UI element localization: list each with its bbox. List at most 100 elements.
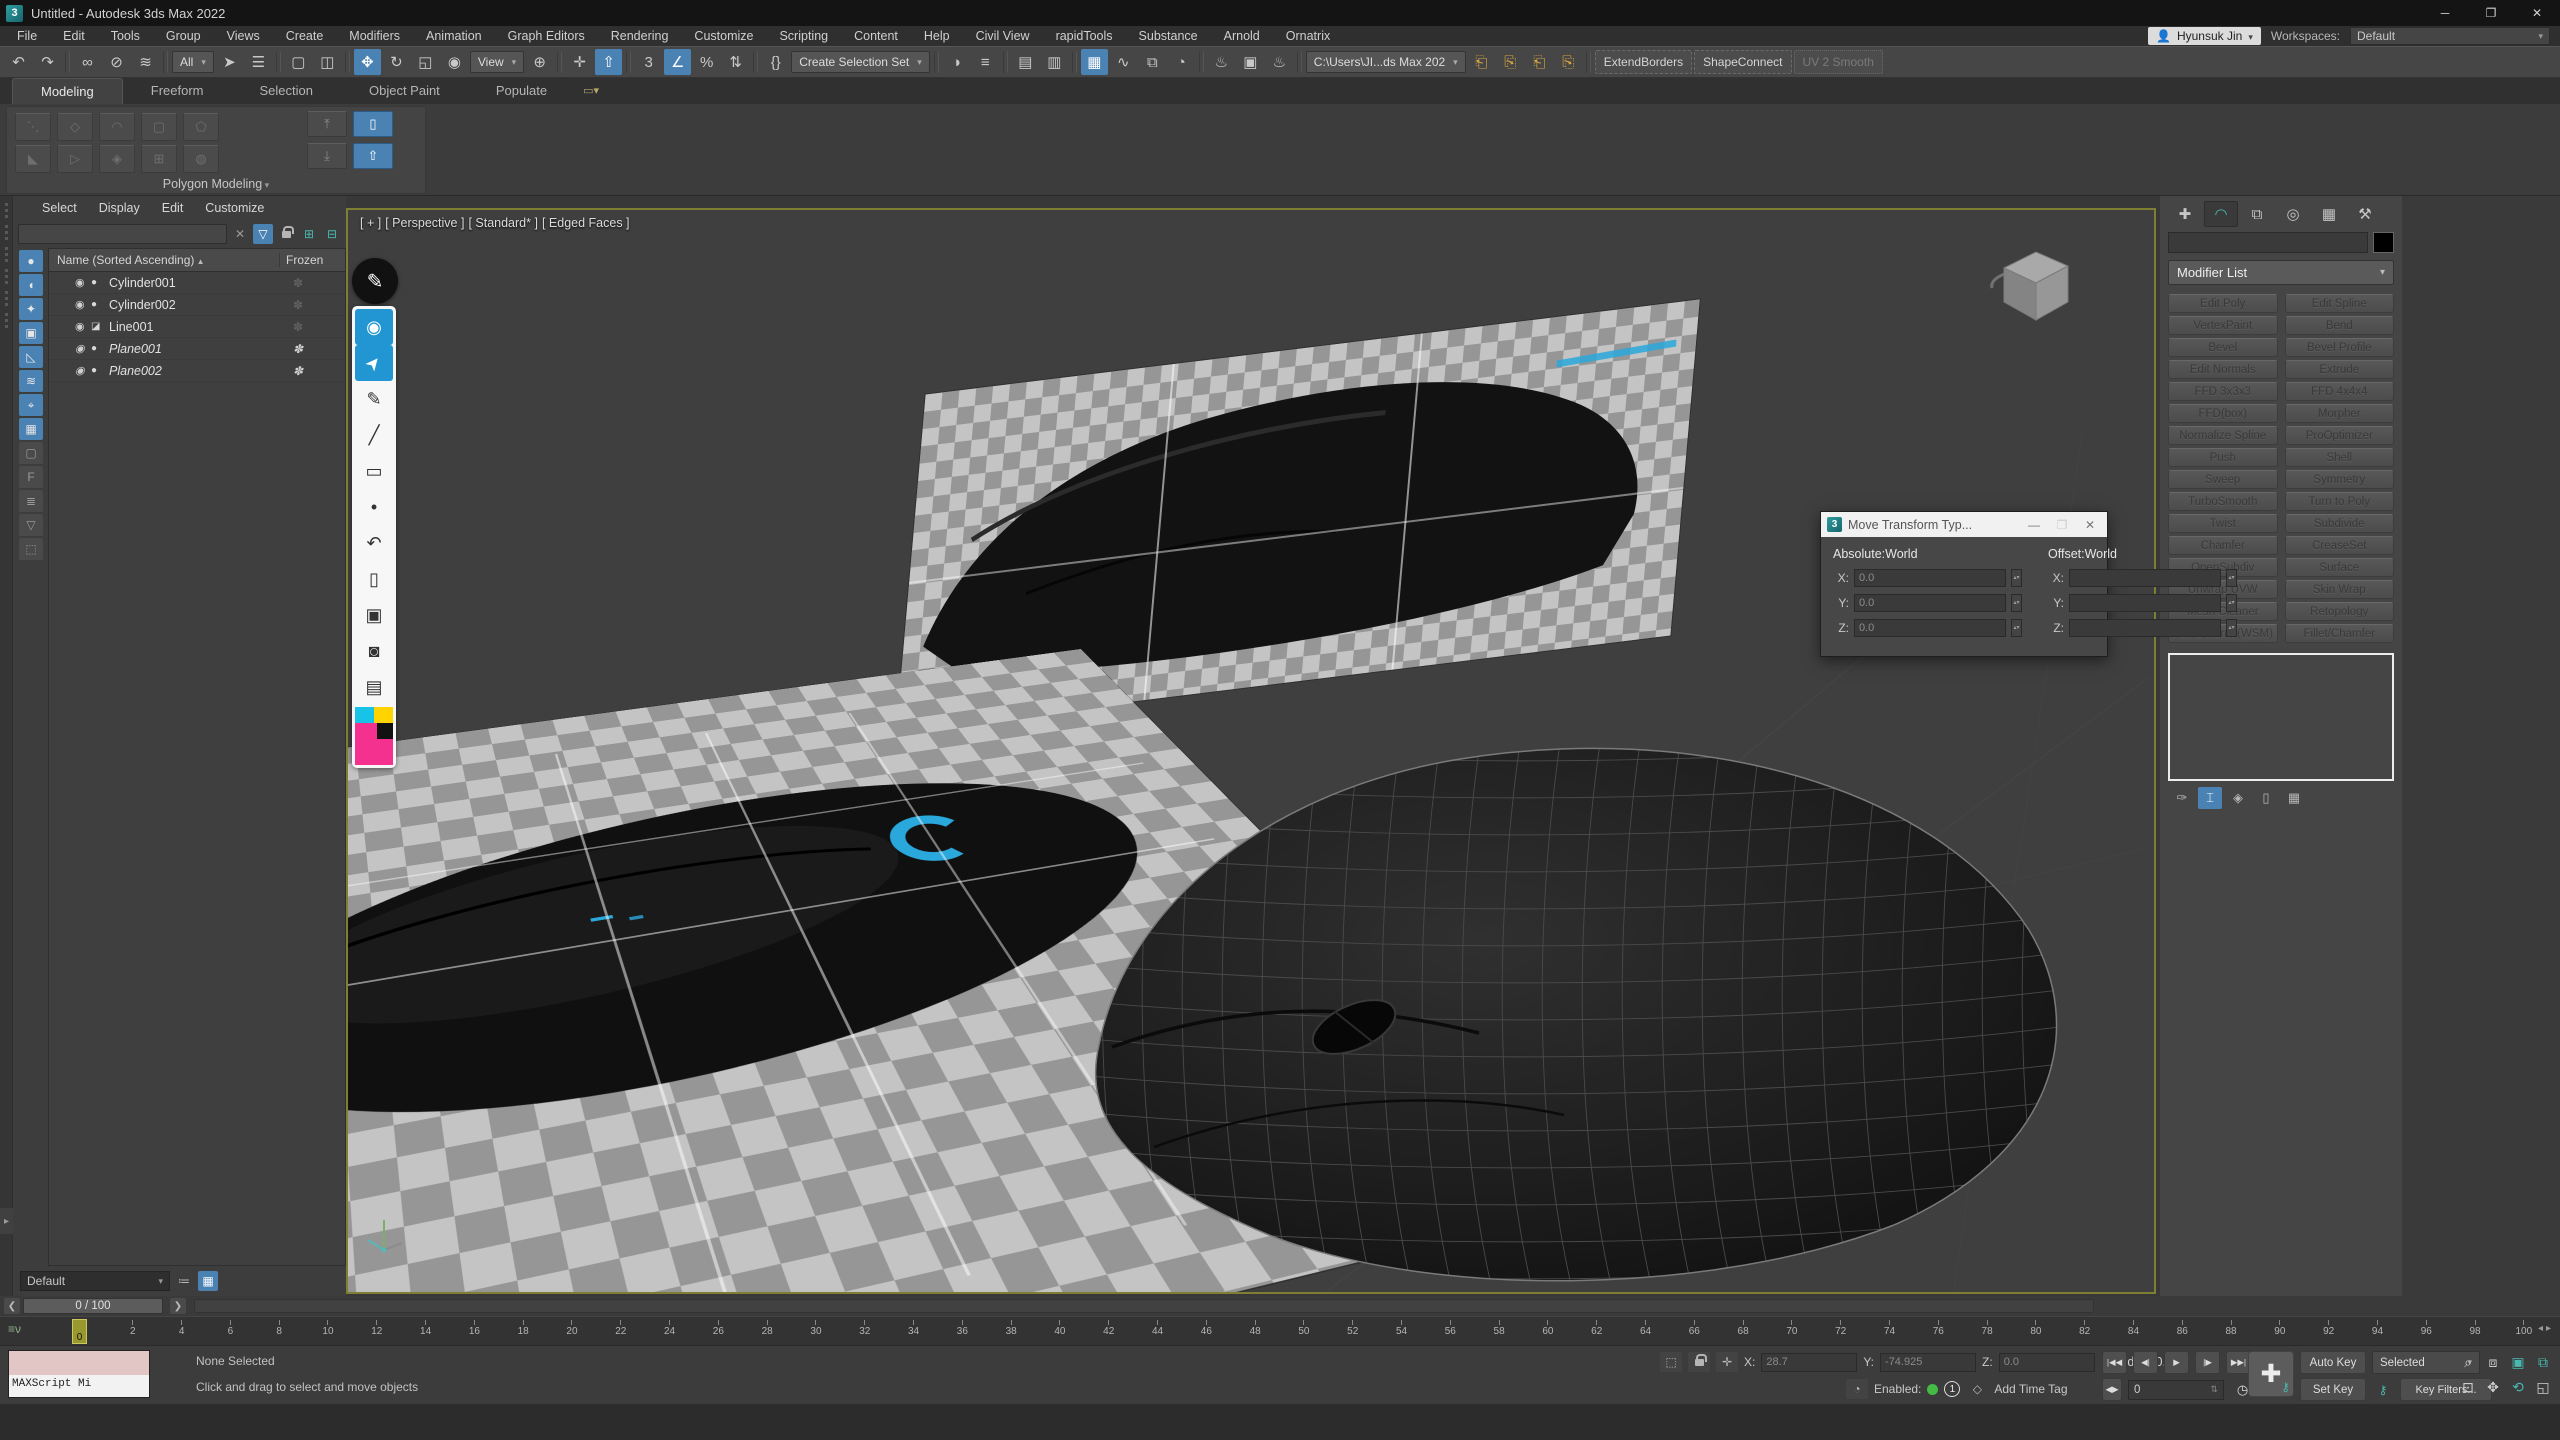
ribbon-tab[interactable]: Modeling [12, 78, 123, 104]
modifier-button[interactable]: Fillet/Chamfer [2285, 624, 2395, 643]
dialog-close-button[interactable]: ✕ [2079, 518, 2101, 532]
extend-borders-button[interactable]: ExtendBorders [1595, 50, 1692, 74]
menu-item[interactable]: File [4, 26, 50, 46]
edit-named-selection-sets-button[interactable]: {} [762, 49, 789, 75]
modifier-button[interactable]: Extrude [2285, 360, 2395, 379]
menu-item[interactable]: Civil View [963, 26, 1043, 46]
object-list-item[interactable]: ◉ ● Plane001 ✽ [49, 338, 345, 360]
explorer-menu-item[interactable]: Select [32, 201, 87, 215]
collapse-button[interactable]: ◍ [183, 145, 219, 173]
toolbar-button[interactable] [1297, 51, 1302, 73]
offset-y-spinner[interactable]: ▴▾ [2226, 594, 2237, 612]
pin-stack-button[interactable]: ✑ [2170, 787, 2194, 809]
window-crossing-button[interactable]: ◫ [314, 49, 341, 75]
modifier-button[interactable]: Push [2168, 448, 2278, 467]
use-pivot-point-center-button[interactable]: ⊕ [526, 49, 553, 75]
welcome-screen-icon[interactable]: ◔ [1846, 1379, 1868, 1399]
create-tab[interactable]: ✚ [2168, 201, 2202, 227]
display-helpers-filter[interactable]: ◺ [19, 346, 43, 368]
menu-item[interactable]: Arnold [1211, 26, 1273, 46]
coordinate-display-icon[interactable]: ✛ [1716, 1352, 1738, 1372]
close-button[interactable]: ✕ [2514, 0, 2560, 26]
x-coordinate-field[interactable]: 28.7 [1761, 1353, 1857, 1372]
percent-snap-toggle-button[interactable]: % [693, 49, 720, 75]
dialog-title-bar[interactable]: 3 Move Transform Typ... — ❐ ✕ [1821, 512, 2107, 537]
macro-recorder-pane[interactable] [9, 1351, 149, 1375]
previous-modifier-button[interactable]: ⤒ [307, 111, 347, 137]
user-account-menu[interactable]: 👤 Hyunsuk Jin [2148, 27, 2261, 45]
next-frame-button[interactable]: |▶ [2195, 1351, 2220, 1374]
display-containers-filter[interactable]: ▦ [19, 418, 43, 440]
whiteboard-tool-button[interactable]: ▣ [355, 597, 393, 633]
menu-item[interactable]: Create [273, 26, 337, 46]
viewport-label-segment[interactable]: + [360, 216, 381, 230]
go-to-start-button[interactable]: |◀◀ [2102, 1351, 2127, 1374]
line-tool-button[interactable]: ╱ [355, 417, 393, 453]
selection-filter-icon[interactable]: ▽ [253, 224, 273, 244]
viewport-label-segment[interactable]: Perspective [385, 216, 464, 230]
menu-item[interactable]: Help [911, 26, 963, 46]
previous-frame-arrow[interactable]: ❮ [4, 1298, 20, 1314]
modifier-button[interactable]: Normalize Spline [2168, 426, 2278, 445]
ribbon-tab[interactable]: Selection [232, 78, 341, 104]
undo-button[interactable]: ↶ [5, 49, 32, 75]
vertex-mode-button[interactable]: ⋱ [15, 113, 51, 141]
explorer-list-mode-icon[interactable]: ≔ [174, 1271, 194, 1291]
modifier-button[interactable]: Twist [2168, 514, 2278, 533]
modifier-button[interactable]: CreaseSet [2285, 536, 2395, 555]
object-list-item[interactable]: ◉ ● Plane002 ✽ [49, 360, 345, 382]
clipboard-tool-button[interactable]: ▤ [355, 669, 393, 705]
display-filter-11[interactable]: ≣ [19, 490, 43, 512]
track-bar[interactable]: ≡ν 0 02468101214161820222426283032343638… [0, 1316, 2560, 1346]
modifier-button[interactable]: Morpher [2285, 404, 2395, 423]
modifier-button[interactable]: TurboSmooth [2168, 492, 2278, 511]
show-end-result-button[interactable]: ⌶ [2198, 787, 2222, 809]
shape-connect-button[interactable]: ShapeConnect [1694, 50, 1791, 74]
explorer-menu-item[interactable]: Edit [152, 201, 194, 215]
current-frame-field[interactable]: 0 [2128, 1380, 2224, 1400]
modifier-button[interactable]: Surface [2285, 558, 2395, 577]
hierarchy-tab[interactable]: ⧉ [2240, 201, 2274, 227]
use-soft-selection-toggle[interactable]: ⇧ [353, 143, 393, 169]
uv2smooth-button[interactable]: UV 2 Smooth [1794, 50, 1883, 74]
set-keys-button[interactable]: ✚⚷ [2248, 1351, 2294, 1397]
eye-tool-button[interactable]: ◉ [355, 309, 393, 345]
dock-expand-button[interactable]: ▸ [0, 1208, 13, 1234]
polygon-modeling-label[interactable]: Polygon Modeling [7, 177, 425, 191]
toolbar-button[interactable] [276, 51, 281, 73]
modifier-button[interactable]: ProOptimizer [2285, 426, 2395, 445]
container-button-2[interactable]: ⎘ [1497, 49, 1524, 75]
named-selection-sets-dropdown[interactable]: Create Selection Set [791, 51, 930, 73]
display-tab[interactable]: ▦ [2312, 201, 2346, 227]
toggle-layer-explorer-button[interactable]: ▥ [1041, 49, 1068, 75]
current-frame-marker[interactable]: 0 [72, 1319, 87, 1344]
redo-button[interactable]: ↷ [34, 49, 61, 75]
x-spinner[interactable]: ▴▾ [2011, 569, 2022, 587]
toolbar-button[interactable] [1199, 51, 1204, 73]
modifier-button[interactable]: Sweep [2168, 470, 2278, 489]
select-and-link-button[interactable]: ∞ [74, 49, 101, 75]
material-editor-button[interactable]: ◔ [1168, 49, 1195, 75]
next-modifier-button[interactable]: ⤓ [307, 143, 347, 169]
toolbar-button[interactable] [345, 51, 350, 73]
offset-y-field[interactable] [2069, 594, 2221, 612]
display-filter-12[interactable]: ▽ [19, 514, 43, 536]
modifier-button[interactable]: Edit Normals [2168, 360, 2278, 379]
select-and-manipulate-button[interactable]: ✛ [566, 49, 593, 75]
rendered-frame-window-button[interactable]: ▣ [1237, 49, 1264, 75]
menu-item[interactable]: Substance [1126, 26, 1211, 46]
menu-item[interactable]: Scripting [766, 26, 841, 46]
isolate-selection-icon[interactable]: ⬚ [1660, 1352, 1682, 1372]
display-lights-filter[interactable]: ✦ [19, 298, 43, 320]
toolbar-button[interactable] [1003, 51, 1008, 73]
toolbar-button[interactable] [1072, 51, 1077, 73]
play-button[interactable]: ▶ [2164, 1351, 2189, 1374]
offset-x-spinner[interactable]: ▴▾ [2226, 569, 2237, 587]
container-button-4[interactable]: ⎘ [1555, 49, 1582, 75]
object-name-field[interactable] [2168, 232, 2368, 253]
motion-tab[interactable]: ◎ [2276, 201, 2310, 227]
toolbar-button[interactable] [163, 51, 168, 73]
visibility-eye-icon[interactable]: ◉ [75, 364, 91, 377]
edit-poly-mode-button[interactable]: ⊞ [141, 145, 177, 173]
reference-coordinate-system-dropdown[interactable]: View [470, 51, 524, 73]
